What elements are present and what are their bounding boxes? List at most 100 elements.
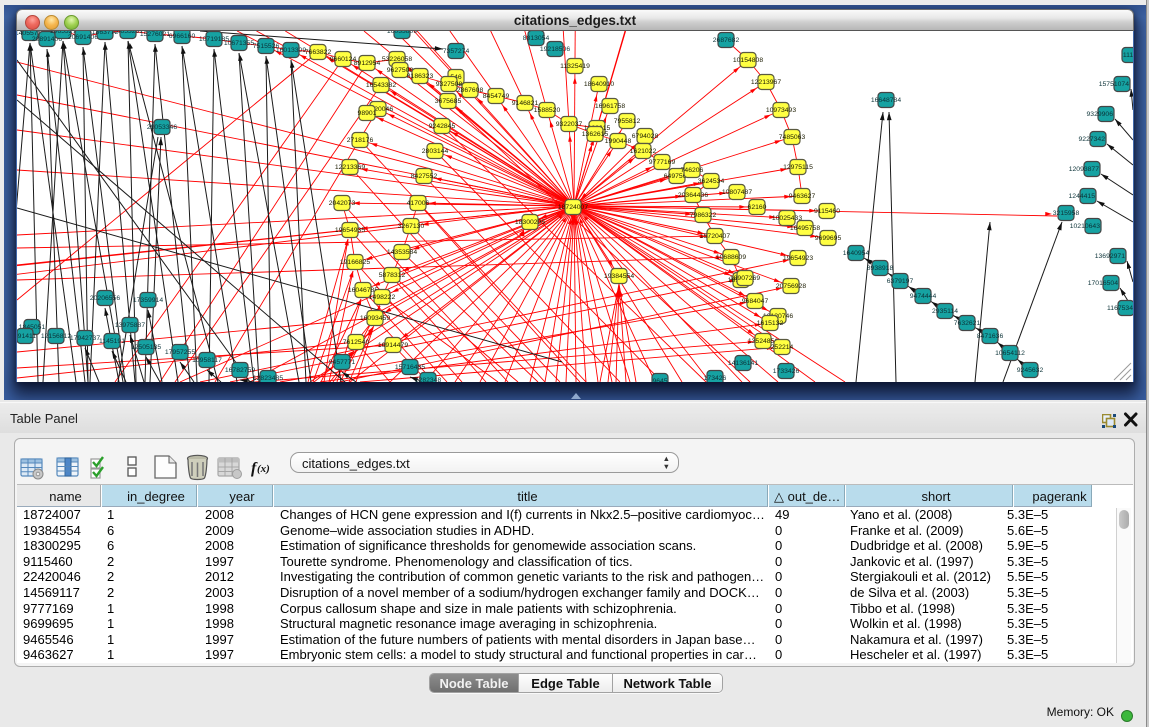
svg-text:16648784: 16648784	[871, 97, 901, 104]
svg-text:10210643: 10210643	[1070, 223, 1100, 230]
svg-text:746206: 746206	[681, 167, 704, 174]
svg-text:3215958: 3215958	[1053, 210, 1080, 217]
svg-text:3675685: 3675685	[435, 98, 462, 105]
svg-text:16093459: 16093459	[360, 315, 390, 322]
svg-text:1498222: 1498222	[369, 294, 396, 301]
svg-text:16495758: 16495758	[790, 225, 820, 232]
svg-text:8912954: 8912954	[354, 60, 381, 67]
svg-text:14136141: 14136141	[728, 360, 758, 367]
svg-text:5878312: 5878312	[379, 272, 406, 279]
svg-text:14353584: 14353584	[387, 249, 417, 256]
svg-text:9242845: 9242845	[429, 123, 456, 130]
svg-text:19166825: 19166825	[340, 259, 370, 266]
svg-text:7986322: 7986322	[690, 212, 717, 219]
svg-text:12823485: 12823485	[253, 375, 283, 382]
svg-text:10958117: 10958117	[192, 357, 222, 364]
svg-text:10154808: 10154808	[733, 57, 763, 64]
svg-text:7612540: 7612540	[343, 339, 370, 346]
svg-text:9699695: 9699695	[815, 235, 842, 242]
svg-text:19654923: 19654923	[783, 255, 813, 262]
svg-text:10654112: 10654112	[995, 350, 1025, 357]
svg-text:1244415: 1244415	[1069, 193, 1096, 200]
svg-text:1112: 1112	[1123, 52, 1133, 59]
svg-text:6794028: 6794028	[632, 133, 659, 140]
svg-text:8938918: 8938918	[867, 265, 894, 272]
svg-text:16543382: 16543382	[366, 82, 396, 89]
svg-text:10688609: 10688609	[716, 254, 746, 261]
svg-text:29053346: 29053346	[147, 124, 177, 131]
svg-text:20206556: 20206556	[90, 295, 120, 302]
svg-text:15720407: 15720407	[700, 233, 730, 240]
svg-text:9645: 9645	[652, 378, 667, 382]
svg-text:1282348: 1282348	[415, 377, 442, 382]
svg-text:18907269: 18907269	[730, 275, 760, 282]
svg-text:16914479: 16914479	[378, 342, 408, 349]
svg-text:16013309: 16013309	[276, 47, 306, 54]
svg-text:3267130: 3267130	[398, 223, 425, 230]
svg-text:10807487: 10807487	[722, 189, 752, 196]
svg-text:6966160: 6966160	[169, 33, 196, 40]
svg-text:12505135: 12505135	[131, 344, 161, 351]
svg-text:2867608: 2867608	[457, 87, 484, 94]
svg-text:1588520: 1588520	[534, 107, 561, 114]
svg-text:13692971: 13692971	[1095, 253, 1125, 260]
svg-text:9146821: 9146821	[512, 100, 539, 107]
svg-text:17957255: 17957255	[165, 349, 195, 356]
svg-text:8186323: 8186323	[407, 73, 434, 80]
svg-text:17942737: 17942737	[70, 335, 100, 342]
svg-text:10653267: 10653267	[113, 31, 143, 35]
svg-text:17016504: 17016504	[1088, 280, 1118, 287]
svg-text:9322037: 9322037	[556, 121, 583, 128]
svg-text:98901: 98901	[358, 110, 377, 117]
svg-text:19384554: 19384554	[604, 273, 634, 280]
svg-text:8471636: 8471636	[977, 333, 1004, 340]
svg-text:1733426: 1733426	[773, 368, 800, 375]
svg-text:9245632: 9245632	[1017, 367, 1044, 374]
svg-text:1990448: 1990448	[605, 138, 632, 145]
svg-text:12213967: 12213967	[751, 79, 781, 86]
svg-text:15751074: 15751074	[1099, 81, 1129, 88]
svg-text:2803144: 2803144	[422, 148, 449, 155]
svg-text:9227342: 9227342	[1079, 136, 1106, 143]
svg-text:18300295: 18300295	[515, 219, 545, 226]
svg-text:8427552: 8427552	[411, 173, 438, 180]
svg-text:2718176: 2718176	[347, 137, 374, 144]
svg-text:7663822: 7663822	[305, 49, 332, 56]
svg-text:12156812: 12156812	[41, 333, 71, 340]
svg-text:9777169: 9777169	[649, 159, 676, 166]
svg-text:7357274: 7357274	[443, 48, 470, 55]
svg-text:1615132: 1615132	[757, 320, 784, 327]
svg-text:12093877: 12093877	[1069, 166, 1099, 173]
svg-text:15716485: 15716485	[395, 364, 425, 371]
svg-text:(x): (x)	[257, 463, 270, 475]
svg-text:9329906: 9329906	[1087, 111, 1114, 118]
svg-text:391411: 391411	[17, 333, 36, 340]
svg-text:1167534: 1167534	[1107, 305, 1133, 312]
svg-text:12975115: 12975115	[783, 164, 813, 171]
svg-text:8813054: 8813054	[523, 35, 550, 42]
svg-text:9463627: 9463627	[789, 193, 816, 200]
svg-text:20364436: 20364436	[678, 192, 708, 199]
svg-text:19218506: 19218506	[540, 46, 570, 53]
svg-text:9660124: 9660124	[330, 56, 357, 63]
svg-text:16033809: 16033809	[387, 31, 417, 35]
svg-text:11325419: 11325419	[560, 63, 590, 70]
svg-text:3624534: 3624534	[698, 178, 725, 185]
svg-text:173426: 173426	[704, 375, 727, 382]
svg-text:7632621: 7632621	[954, 320, 981, 327]
svg-text:9684047: 9684047	[742, 298, 769, 305]
svg-text:18640910: 18640910	[584, 81, 614, 88]
svg-text:1621022: 1621022	[630, 148, 657, 155]
svg-text:17359914: 17359914	[133, 297, 163, 304]
svg-text:2042073: 2042073	[329, 200, 356, 207]
svg-text:1362615: 1362615	[582, 131, 609, 138]
svg-text:13975887: 13975887	[115, 322, 145, 329]
svg-text:8454749: 8454749	[483, 93, 510, 100]
svg-text:18724007: 18724007	[558, 204, 588, 211]
svg-text:417006: 417006	[407, 200, 430, 207]
svg-text:1145191: 1145191	[99, 338, 125, 345]
svg-text:10973493: 10973493	[766, 107, 796, 114]
svg-text:2935114: 2935114	[932, 308, 958, 315]
svg-text:2687682: 2687682	[713, 37, 740, 44]
svg-text:16782759: 16782759	[225, 367, 255, 374]
